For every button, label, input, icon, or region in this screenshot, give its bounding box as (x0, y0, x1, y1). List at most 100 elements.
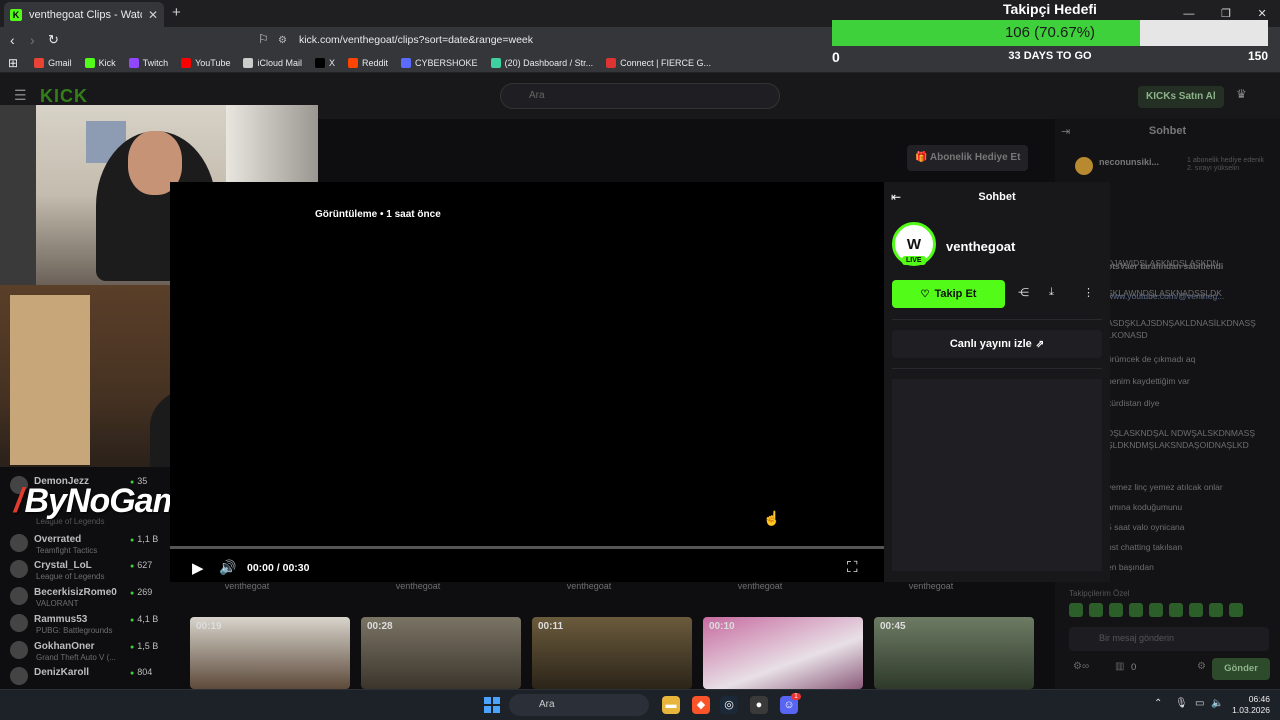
chat-settings-icon[interactable]: ⚙ (1197, 661, 1206, 672)
bookmark-item[interactable]: (20) Dashboard / Str... (490, 57, 593, 68)
emote-icon[interactable] (1169, 603, 1183, 617)
fullscreen-icon[interactable]: ⛶ (847, 559, 858, 576)
bookmark-favicon-icon (490, 57, 501, 68)
follow-button[interactable]: ♡ Takip Et (892, 280, 1005, 308)
chat-message: DJAWIDŞLASKNDŞLASKDN (1107, 258, 1219, 268)
clip-thumbnail[interactable]: 00:19 (190, 617, 350, 689)
collapse-chat-icon[interactable]: ⇥ (1061, 125, 1070, 138)
tab-title: venthegoat Clips - Watch Liv (29, 8, 142, 21)
url-field[interactable]: ⚙ kick.com/venthegoat/clips?sort=date&ra… (278, 30, 838, 50)
system-clock[interactable]: 06:46 1.03.2026 (1226, 694, 1270, 716)
bookmark-label: Twitch (142, 57, 169, 68)
video-progress-bar[interactable] (170, 546, 884, 549)
clip-channel-name[interactable]: venthegoat (353, 581, 483, 591)
bookmark-item[interactable]: Kick (84, 57, 116, 68)
clip-info-panel: Sohbet ⇤ W LIVE venthegoat ♡ Takip Et ⋲ … (884, 182, 1110, 582)
close-tab-icon[interactable]: ✕ (148, 8, 158, 22)
windows-taskbar: ⌕ Ara ▬ ◆ ◎ ● ☺ 1 ⌃ 🎙 ▭ 🔈 06:46 1.03.202… (0, 689, 1280, 720)
clip-channel-name[interactable]: venthegoat (182, 581, 312, 591)
clock-time: 06:46 (1248, 694, 1270, 704)
watch-live-button[interactable]: Canlı yayını izle ⇗ (892, 330, 1102, 358)
clip-thumbnail[interactable]: 00:10 (703, 617, 863, 689)
kicks-count: 0 (1131, 662, 1137, 673)
brave-browser-icon[interactable]: ◆ (692, 696, 710, 714)
clip-thumbnail[interactable]: 00:28 (361, 617, 521, 689)
clip-channel-name[interactable]: venthegoat (695, 581, 825, 591)
buy-kicks-button[interactable]: KICKs Satın Al (1138, 86, 1224, 108)
chat-title: Sohbet (1148, 125, 1187, 137)
back-icon[interactable]: ‹ (10, 32, 15, 48)
clip-channel-name[interactable]: venthegoat (524, 581, 654, 591)
obs-icon[interactable]: ● (750, 696, 768, 714)
chat-message: örümcek de çıkmadı aq (1107, 354, 1196, 364)
network-icon[interactable]: ▭ (1195, 698, 1204, 709)
windows-start-icon[interactable] (484, 697, 500, 713)
speaker-icon[interactable]: 🔈 (1211, 698, 1223, 709)
gift-sub-button[interactable]: 🎁 Abonelik Hediye Et (907, 145, 1029, 171)
bookmark-item[interactable]: Reddit (348, 57, 388, 68)
microphone-icon[interactable]: 🎙 (1175, 698, 1188, 709)
emote-icon[interactable] (1209, 603, 1223, 617)
apps-grid-icon[interactable]: ⊞ (8, 56, 18, 70)
emote-icon[interactable] (1089, 603, 1103, 617)
crown-icon[interactable]: ♛ (1236, 87, 1247, 101)
taskbar-search[interactable]: Ara (509, 694, 649, 716)
file-explorer-icon[interactable]: ▬ (662, 696, 680, 714)
bookmark-item[interactable]: Gmail (34, 57, 72, 68)
play-icon[interactable]: ▶ (192, 559, 204, 577)
streamer-item[interactable]: Crystal_LoL 627 League of Legends (10, 560, 170, 581)
send-button[interactable]: Gönder (1212, 658, 1270, 680)
streamer-viewers: 627 (130, 560, 152, 570)
bookmark-item[interactable]: iCloud Mail (243, 57, 302, 68)
chat-message: ŞKLAWNDŞLASKNADŞŞLDK (1107, 288, 1222, 298)
forward-icon[interactable]: › (30, 32, 35, 48)
emote-icon[interactable] (1069, 603, 1083, 617)
collapse-panel-icon[interactable]: ⇤ (891, 190, 901, 204)
site-info-icon[interactable]: ⚙ (278, 35, 287, 46)
reload-icon[interactable]: ↻ (48, 32, 59, 48)
clock-date: 1.03.2026 (1232, 705, 1270, 715)
clip-thumbnail[interactable]: 00:45 (874, 617, 1034, 689)
emote-icon[interactable] (1129, 603, 1143, 617)
download-icon[interactable]: ⤓ (1049, 286, 1054, 299)
emote-icon[interactable] (1189, 603, 1203, 617)
streamer-item[interactable]: Rammus53 4,1 B PUBG: Battlegrounds (10, 614, 170, 635)
browser-tab[interactable]: K venthegoat Clips - Watch Liv ✕ (4, 2, 164, 27)
streamer-avatar (10, 560, 28, 578)
video-time: 00:00 / 00:30 (247, 562, 310, 574)
bookmark-star-icon[interactable]: ⚐ (258, 32, 269, 46)
emote-section-label: Takipçilerim Özel (1069, 589, 1130, 598)
streamer-item[interactable]: DenizKaroll 804 (10, 667, 170, 687)
bookmark-item[interactable]: CYBERSHOKE (401, 57, 478, 68)
bookmark-item[interactable]: X (315, 57, 335, 68)
gift-icon[interactable]: ▥ (1115, 661, 1124, 672)
bookmark-item[interactable]: Connect | FIERCE G... (606, 57, 711, 68)
streamer-item[interactable]: Overrated 1,1 B Teamfight Tactics (10, 534, 170, 555)
more-options-icon[interactable]: ⋮ (1083, 286, 1094, 299)
chat-message: kürdistan diye (1107, 398, 1160, 408)
emote-icon[interactable] (1109, 603, 1123, 617)
new-tab-icon[interactable]: + (172, 4, 181, 21)
live-badge: LIVE (902, 256, 926, 265)
streamer-item[interactable]: BecerkisizRome0 269 VALORANT (10, 587, 170, 608)
volume-icon[interactable]: 🔊 (219, 559, 236, 576)
chat-message-input[interactable]: Bir mesaj gönderin (1069, 627, 1269, 651)
kick-logo[interactable]: KICK (40, 86, 88, 107)
kick-search-input[interactable]: Ara (500, 83, 780, 109)
chat-message: en başından (1107, 562, 1154, 572)
share-icon[interactable]: ⋲ (1018, 286, 1029, 299)
streamer-item[interactable]: GokhanOner 1,5 B Grand Theft Auto V (... (10, 641, 170, 662)
emote-icon[interactable] (1229, 603, 1243, 617)
bookmark-item[interactable]: YouTube (181, 57, 230, 68)
tray-overflow-icon[interactable]: ⌃ (1154, 698, 1162, 709)
steam-icon[interactable]: ◎ (720, 696, 738, 714)
menu-icon[interactable]: ☰ (14, 87, 27, 104)
clip-thumbnail[interactable]: 00:11 (532, 617, 692, 689)
streamer-game: PUBG: Battlegrounds (36, 626, 113, 635)
bookmark-item[interactable]: Twitch (128, 57, 169, 68)
kicks-icon[interactable]: ⚙∞ (1073, 661, 1089, 672)
channel-name[interactable]: venthegoat (946, 239, 1015, 254)
clip-channel-name[interactable]: venthegoat (866, 581, 996, 591)
emote-icon[interactable] (1149, 603, 1163, 617)
bookmark-favicon-icon (606, 57, 617, 68)
